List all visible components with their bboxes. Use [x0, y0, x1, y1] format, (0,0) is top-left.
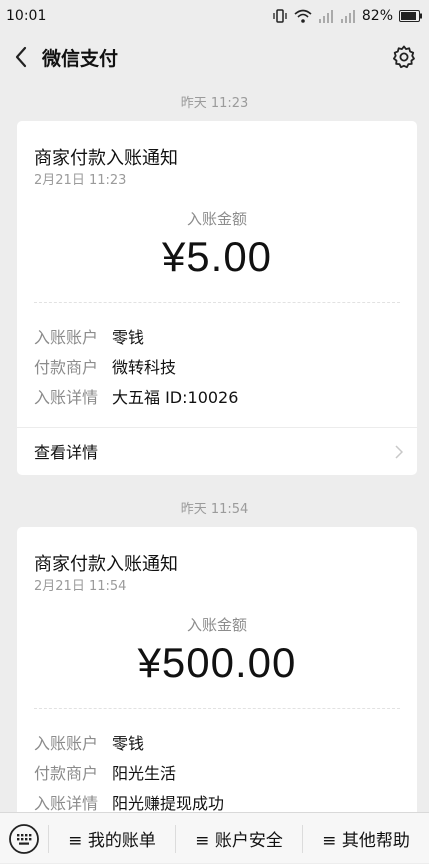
row-value: 阳光赚提现成功	[112, 794, 225, 813]
divider	[34, 708, 400, 709]
row-value: 零钱	[112, 328, 145, 347]
battery-percent: 82%	[361, 8, 393, 24]
status-icons: 82%	[272, 8, 423, 24]
vibrate-icon	[272, 8, 288, 24]
payment-notification-card[interactable]: 商家付款入账通知 2月21日 11:54 入账金额 ¥500.00 入账账户 零…	[17, 527, 417, 827]
keyboard-icon[interactable]	[8, 823, 40, 855]
page-title: 微信支付	[42, 48, 119, 70]
row-value: 零钱	[112, 734, 145, 753]
card-title: 商家付款入账通知	[34, 554, 178, 575]
message-timestamp: 昨天 11:23	[180, 96, 249, 111]
gear-icon[interactable]	[391, 44, 417, 70]
view-details-label: 查看详情	[34, 443, 99, 462]
amount-label: 入账金额	[186, 210, 247, 228]
menu-other-help[interactable]: ≡ 其他帮助	[303, 813, 429, 864]
amount-value: ¥500.00	[137, 639, 297, 686]
status-bar: 10:01 82%	[0, 0, 429, 32]
signal-icon	[318, 9, 334, 23]
detail-row: 入账详情 大五福 ID:10026	[34, 384, 238, 408]
detail-row: 付款商户 阳光生活	[34, 760, 176, 784]
row-value: 阳光生活	[112, 764, 177, 783]
card-date: 2月21日 11:54	[34, 579, 127, 594]
row-label: 入账详情	[34, 794, 99, 813]
row-value: 微转科技	[112, 358, 177, 377]
card-date: 2月21日 11:23	[34, 173, 127, 188]
menu-account-security[interactable]: ≡ 账户安全	[176, 813, 302, 864]
row-label: 入账账户	[34, 734, 99, 753]
bottom-menu-bar: ≡ 我的账单 ≡ 账户安全 ≡ 其他帮助	[0, 812, 429, 863]
view-details-link[interactable]: 查看详情	[17, 427, 417, 475]
row-label: 入账详情	[34, 388, 99, 407]
divider	[34, 302, 400, 303]
payment-notification-card[interactable]: 商家付款入账通知 2月21日 11:23 入账金额 ¥5.00 入账账户 零钱 …	[17, 121, 417, 475]
chevron-right-icon	[395, 444, 404, 463]
row-label: 付款商户	[34, 764, 99, 783]
nav-bar: 微信支付	[0, 32, 429, 82]
detail-row: 入账账户 零钱	[34, 730, 144, 754]
signal-icon	[340, 9, 356, 23]
row-value: 大五福 ID:10026	[112, 388, 239, 407]
row-label: 付款商户	[34, 358, 99, 377]
wifi-icon	[294, 8, 312, 24]
message-timestamp: 昨天 11:54	[180, 502, 249, 517]
detail-row: 入账详情 阳光赚提现成功	[34, 790, 224, 814]
detail-row: 入账账户 零钱	[34, 324, 144, 348]
amount-label: 入账金额	[186, 616, 247, 634]
detail-row: 付款商户 微转科技	[34, 354, 176, 378]
menu-my-bills[interactable]: ≡ 我的账单	[49, 813, 175, 864]
battery-icon	[399, 10, 423, 22]
status-time: 10:01	[6, 8, 47, 24]
amount-value: ¥5.00	[161, 233, 273, 280]
row-label: 入账账户	[34, 328, 99, 347]
chevron-left-icon[interactable]	[10, 45, 32, 69]
card-title: 商家付款入账通知	[34, 148, 178, 169]
